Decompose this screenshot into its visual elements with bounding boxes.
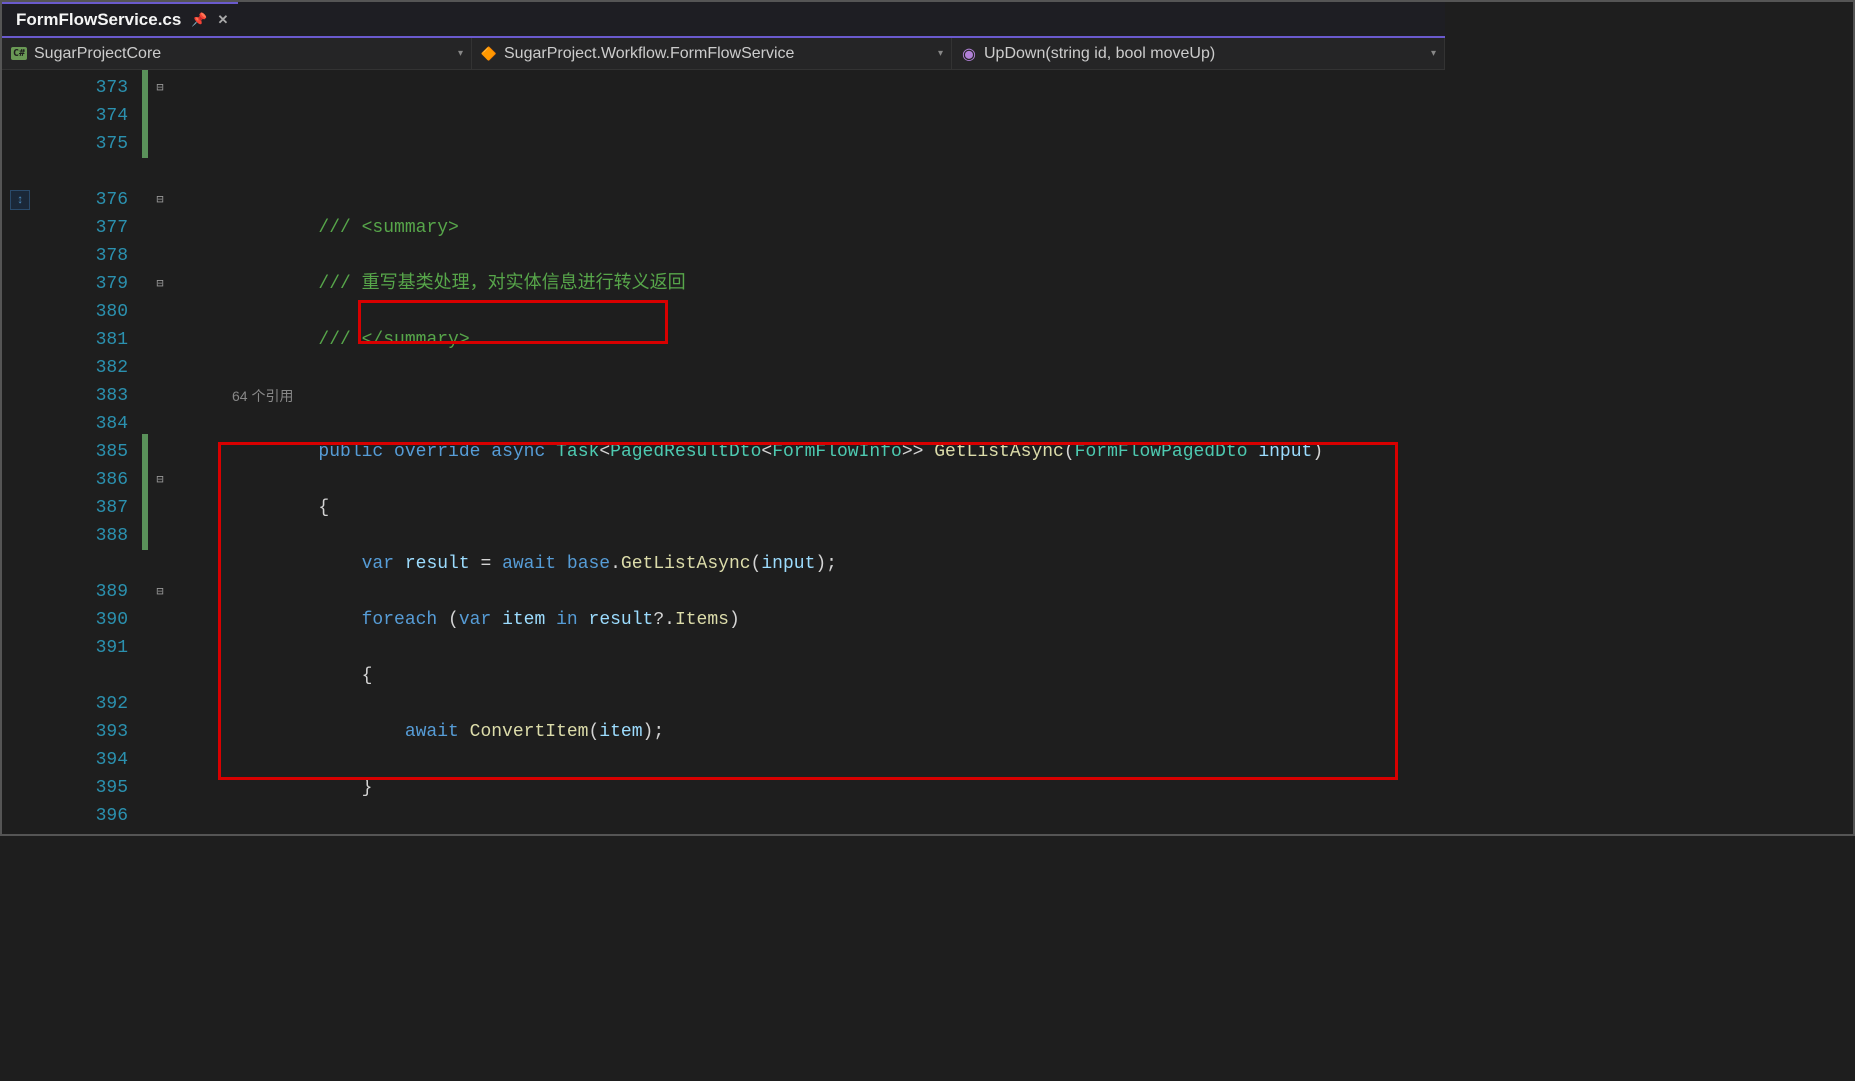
fold-toggle[interactable]: ⊟ <box>148 186 172 214</box>
line-number: 391 <box>42 634 128 662</box>
tab-formflowservice[interactable]: FormFlowService.cs 📌 ✕ <box>2 2 238 36</box>
glyph-margin: ↕ <box>2 70 42 834</box>
code-editor[interactable]: ↕ 373 374 375 376 377 378 379 380 381 38… <box>2 70 1445 834</box>
fold-gutter: ⊟ ⊟ ⊟ ⊟ ⊟ <box>148 70 172 834</box>
code-line: /// <summary> <box>172 214 1445 242</box>
codelens-references[interactable]: 64 个引用 <box>172 382 1445 410</box>
line-number: 390 <box>42 606 128 634</box>
editor-window: FormFlowService.cs 📌 ✕ C# SugarProjectCo… <box>2 2 1445 834</box>
line-number: 375 <box>42 130 128 158</box>
line-number: 396 <box>42 802 128 830</box>
line-number: 384 <box>42 410 128 438</box>
line-number: 393 <box>42 718 128 746</box>
line-number: 389 <box>42 578 128 606</box>
pin-icon[interactable]: 📌 <box>191 12 207 28</box>
nav-class-dropdown[interactable]: 🔶 SugarProject.Workflow.FormFlowService … <box>472 38 952 69</box>
csharp-icon: C# <box>11 47 27 60</box>
line-number-gutter: 373 374 375 376 377 378 379 380 381 382 … <box>42 70 142 834</box>
code-line: /// 重写基类处理，对实体信息进行转义返回 <box>172 270 1445 298</box>
nav-class-label: SugarProject.Workflow.FormFlowService <box>504 45 794 63</box>
line-number: 378 <box>42 242 128 270</box>
tab-title: FormFlowService.cs <box>16 10 181 30</box>
chevron-down-icon: ▾ <box>938 48 943 59</box>
code-line: { <box>172 494 1445 522</box>
code-area[interactable]: /// <summary> /// 重写基类处理，对实体信息进行转义返回 ///… <box>172 70 1445 834</box>
code-line: } <box>172 774 1445 802</box>
chevron-down-icon: ▾ <box>1431 48 1436 59</box>
code-line: foreach (var item in result?.Items) <box>172 606 1445 634</box>
line-number: 383 <box>42 382 128 410</box>
line-number: 379 <box>42 270 128 298</box>
line-number: 386 <box>42 466 128 494</box>
code-line: var result = await base.GetListAsync(inp… <box>172 550 1445 578</box>
line-number: 395 <box>42 774 128 802</box>
method-icon: ◉ <box>960 45 978 63</box>
fold-toggle[interactable]: ⊟ <box>148 270 172 298</box>
implements-glyph-icon[interactable]: ↕ <box>10 190 30 210</box>
fold-toggle[interactable]: ⊟ <box>148 578 172 606</box>
code-line: await ConvertItem(item); <box>172 718 1445 746</box>
line-number: 377 <box>42 214 128 242</box>
tab-bar: FormFlowService.cs 📌 ✕ <box>2 2 1445 38</box>
line-number: 376 <box>42 186 128 214</box>
code-line: public override async Task<PagedResultDt… <box>172 438 1445 466</box>
close-icon[interactable]: ✕ <box>218 12 229 28</box>
line-number: 382 <box>42 354 128 382</box>
code-line: /// </summary> <box>172 326 1445 354</box>
fold-toggle[interactable]: ⊟ <box>148 74 172 102</box>
fold-toggle[interactable]: ⊟ <box>148 466 172 494</box>
navigation-bar: C# SugarProjectCore ▾ 🔶 SugarProject.Wor… <box>2 38 1445 70</box>
nav-member-label: UpDown(string id, bool moveUp) <box>984 45 1215 63</box>
line-number: 373 <box>42 74 128 102</box>
nav-project-dropdown[interactable]: C# SugarProjectCore ▾ <box>2 38 472 69</box>
line-number: 385 <box>42 438 128 466</box>
chevron-down-icon: ▾ <box>458 48 463 59</box>
nav-member-dropdown[interactable]: ◉ UpDown(string id, bool moveUp) ▾ <box>952 38 1445 69</box>
line-number: 394 <box>42 746 128 774</box>
line-number: 374 <box>42 102 128 130</box>
line-number: 388 <box>42 522 128 550</box>
code-line: return result; <box>172 830 1445 834</box>
code-line: { <box>172 662 1445 690</box>
line-number: 380 <box>42 298 128 326</box>
class-icon: 🔶 <box>480 45 498 63</box>
line-number: 387 <box>42 494 128 522</box>
line-number: 392 <box>42 690 128 718</box>
nav-project-label: SugarProjectCore <box>34 45 161 63</box>
line-number: 381 <box>42 326 128 354</box>
